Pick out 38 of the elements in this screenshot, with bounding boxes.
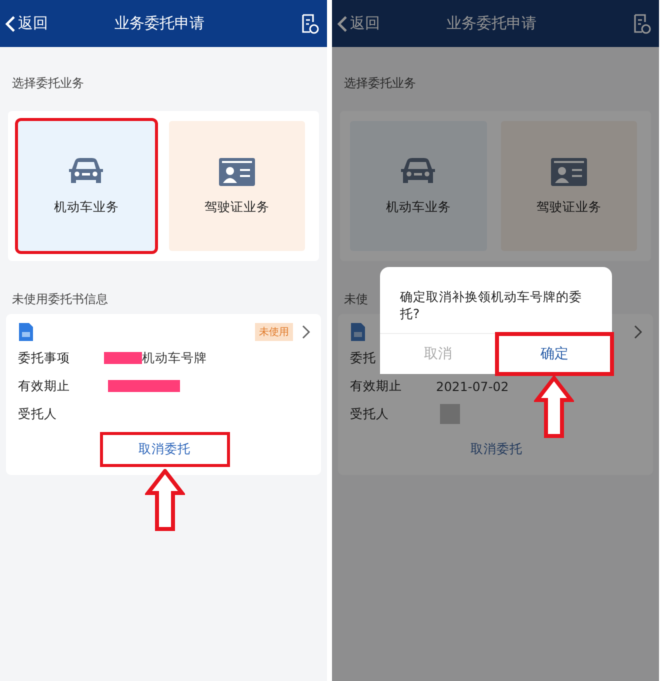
document-icon[interactable] [633,14,651,34]
service-label: 机动车业务 [386,198,451,216]
service-label: 驾驶证业务 [204,198,270,216]
field-label: 受托人 [18,406,57,420]
field-label: 受托人 [350,406,389,420]
service-tile[interactable]: 机动车业务 [18,121,154,251]
service-tile[interactable]: 驾驶证业务 [500,121,637,251]
field-label: 委托 [350,350,376,364]
field-label: 委托事项 [18,350,70,364]
back-icon [336,14,348,32]
page-title: 业务委托申请 [446,14,538,33]
page-title: 业务委托申请 [114,14,206,33]
section-title: 未使 [344,291,368,308]
field-value: 2021-07-02 [436,378,509,394]
dialog-message: 确定取消补换领机动车号牌的委托? [399,288,583,323]
file-icon [350,322,366,342]
section-title: 选择委托业务 [344,75,416,92]
id-card-icon [550,156,588,186]
cancel-authorization-button[interactable]: 取消委托 [100,432,230,467]
service-label: 机动车业务 [54,198,119,216]
id-card-icon [218,156,256,186]
file-icon [18,322,34,342]
back-button[interactable]: 返回 [4,14,48,33]
field-value: 机动车号牌 [142,350,207,366]
chevron-right-icon[interactable] [301,325,311,339]
service-tile[interactable]: 驾驶证业务 [168,121,305,251]
document-icon[interactable] [301,14,319,34]
back-button[interactable]: 返回 [336,14,380,33]
section-title: 选择委托业务 [12,75,84,92]
field-label: 有效期止 [350,378,402,392]
section-title: 未使用委托书信息 [12,291,108,308]
back-icon [4,14,16,32]
field-label: 有效期止 [18,378,70,392]
chevron-right-icon[interactable] [633,325,643,339]
service-tile[interactable]: 机动车业务 [350,121,486,251]
annotation-arrow [534,376,574,438]
status-badge: 未使用 [255,323,293,341]
service-label: 驾驶证业务 [536,198,602,216]
